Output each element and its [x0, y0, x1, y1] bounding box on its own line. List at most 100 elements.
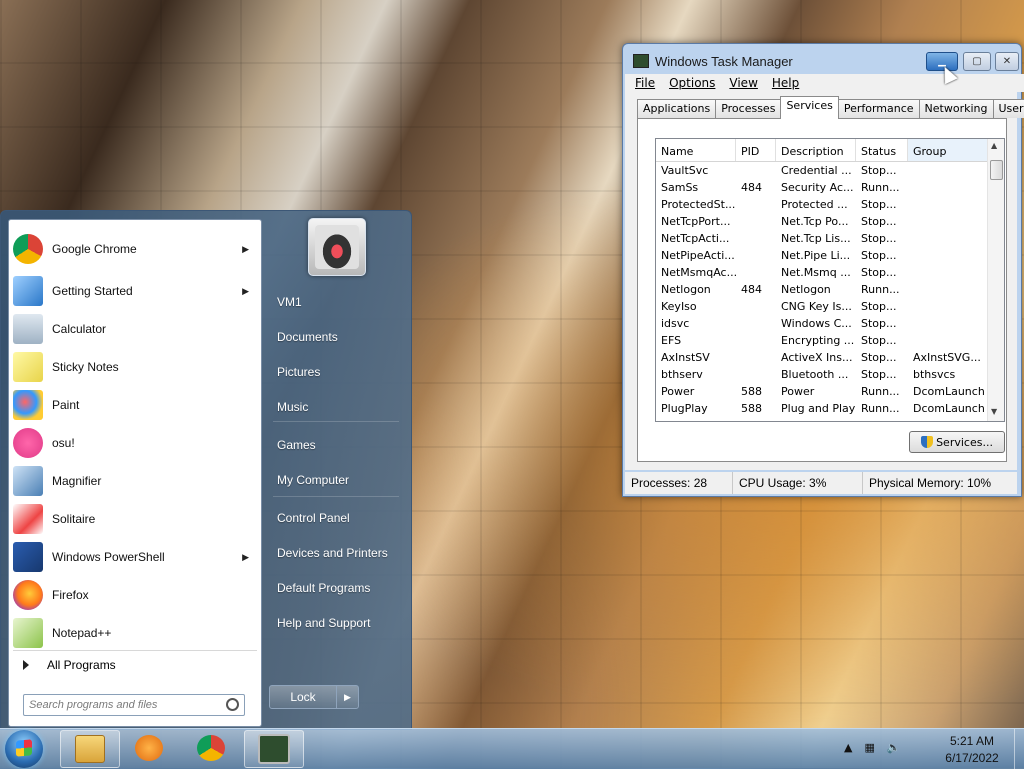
all-programs-item[interactable]: All Programs: [13, 650, 257, 679]
start-menu: Google Chrome▶ Getting Started▶ Calculator…: [0, 210, 412, 730]
table-row[interactable]: ProtectedSt...Protected ...Stop...: [656, 196, 1004, 213]
column-header-pid[interactable]: PID: [736, 139, 776, 161]
table-row[interactable]: idsvcWindows C...Stop...: [656, 315, 1004, 332]
vertical-scrollbar[interactable]: ▲ ▼: [987, 139, 1004, 421]
table-row[interactable]: AxInstSVActiveX Ins...Stop...AxInstSVG..…: [656, 349, 1004, 366]
status-memory: Physical Memory: 10%: [863, 472, 1017, 494]
table-row[interactable]: bthservBluetooth ...Stop...bthsvcs: [656, 366, 1004, 383]
start-link-games[interactable]: Games: [269, 431, 401, 459]
scroll-thumb[interactable]: [990, 160, 1003, 180]
media-player-icon: [135, 735, 163, 761]
column-header-group[interactable]: Group: [908, 139, 988, 161]
submenu-arrow-icon[interactable]: ▶: [242, 244, 249, 255]
taskbar-chrome-button[interactable]: [182, 730, 240, 766]
start-link-music[interactable]: Music: [269, 393, 401, 421]
program-item-firefox[interactable]: Firefox: [13, 578, 257, 612]
services-table[interactable]: Name PID Description Status Group VaultS…: [655, 138, 1005, 422]
program-label: Solitaire: [52, 512, 95, 526]
program-label: Calculator: [52, 322, 106, 336]
menu-options[interactable]: Options: [669, 76, 715, 90]
cell-name: PlugPlay: [656, 402, 736, 415]
tab-strip: Applications Processes Services Performa…: [637, 99, 1024, 119]
network-icon[interactable]: ▦: [864, 741, 874, 754]
power-options-arrow-icon[interactable]: ▶: [337, 686, 358, 708]
cell-description: Net.Msmq ...: [776, 266, 856, 279]
taskbar-task-manager-button[interactable]: [244, 730, 304, 768]
menu-help[interactable]: Help: [772, 76, 799, 90]
cell-description: Power: [776, 385, 856, 398]
tab-services[interactable]: Services: [780, 96, 838, 119]
start-button[interactable]: [5, 730, 43, 768]
services-button-label: Services...: [936, 436, 993, 449]
table-row[interactable]: NetTcpActi...Net.Tcp Lis...Stop...: [656, 230, 1004, 247]
cell-group: DcomLaunch: [908, 385, 988, 398]
program-item-notepadpp[interactable]: Notepad++: [13, 616, 257, 650]
tab-applications[interactable]: Applications: [637, 99, 716, 118]
cell-pid: 484: [736, 181, 776, 194]
taskbar-media-player-button[interactable]: [120, 730, 178, 766]
close-button[interactable]: ✕: [995, 52, 1019, 71]
program-label: Magnifier: [52, 474, 101, 488]
table-row[interactable]: NetMsmqAc...Net.Msmq ...Stop...: [656, 264, 1004, 281]
menu-view[interactable]: View: [729, 76, 757, 90]
start-link-documents[interactable]: Documents: [269, 323, 401, 351]
cell-description: Encrypting ...: [776, 334, 856, 347]
tab-processes[interactable]: Processes: [715, 99, 781, 118]
cell-description: Net.Tcp Lis...: [776, 232, 856, 245]
user-avatar[interactable]: [308, 218, 366, 276]
table-row[interactable]: PlugPlay588Plug and PlayRunn...DcomLaunc…: [656, 400, 1004, 417]
table-row[interactable]: VaultSvcCredential ...Stop...: [656, 162, 1004, 179]
search-input[interactable]: [24, 698, 221, 712]
program-item-osu[interactable]: osu!: [13, 426, 257, 460]
clock[interactable]: 5:21 AM 6/17/2022: [930, 733, 1014, 767]
start-link-help-and-support[interactable]: Help and Support: [269, 609, 401, 637]
show-desktop-button[interactable]: [1014, 729, 1024, 769]
cell-status: Stop...: [856, 317, 908, 330]
tab-users[interactable]: Users: [993, 99, 1024, 118]
program-item-getting-started[interactable]: Getting Started▶: [13, 274, 257, 308]
search-box[interactable]: [23, 694, 245, 716]
program-item-powershell[interactable]: Windows PowerShell▶: [13, 540, 257, 574]
column-header-description[interactable]: Description: [776, 139, 856, 161]
cell-status: Stop...: [856, 351, 908, 364]
maximize-button[interactable]: ▢: [963, 52, 991, 71]
table-row[interactable]: KeyIsoCNG Key Is...Stop...: [656, 298, 1004, 315]
services-button[interactable]: Services...: [909, 431, 1005, 453]
task-manager-window[interactable]: Windows Task Manager ▁ ▢ ✕ File Options …: [622, 43, 1022, 497]
program-item-magnifier[interactable]: Magnifier: [13, 464, 257, 498]
tab-networking[interactable]: Networking: [919, 99, 994, 118]
start-link-vm1[interactable]: VM1: [269, 288, 401, 316]
table-row[interactable]: SamSs484Security Ac...Runn...: [656, 179, 1004, 196]
firefox-icon: [13, 580, 43, 610]
cell-pid: 588: [736, 402, 776, 415]
submenu-arrow-icon[interactable]: ▶: [242, 286, 249, 297]
scroll-down-icon[interactable]: ▼: [991, 407, 997, 416]
tab-performance[interactable]: Performance: [838, 99, 920, 118]
show-hidden-icons-icon[interactable]: ▲: [844, 741, 852, 754]
program-item-chrome[interactable]: Google Chrome▶: [13, 232, 257, 266]
table-row[interactable]: NetTcpPort...Net.Tcp Po...Stop...: [656, 213, 1004, 230]
table-row[interactable]: EFSEncrypting ...Stop...: [656, 332, 1004, 349]
table-row[interactable]: Power588PowerRunn...DcomLaunch: [656, 383, 1004, 400]
taskbar-explorer-button[interactable]: [60, 730, 120, 768]
submenu-arrow-icon[interactable]: ▶: [242, 552, 249, 563]
table-row[interactable]: NetPipeActi...Net.Pipe Li...Stop...: [656, 247, 1004, 264]
start-link-my-computer[interactable]: My Computer: [269, 466, 401, 494]
start-link-default-programs[interactable]: Default Programs: [269, 574, 401, 602]
table-row[interactable]: Netlogon484NetlogonRunn...: [656, 281, 1004, 298]
program-item-sticky-notes[interactable]: Sticky Notes: [13, 350, 257, 384]
volume-icon[interactable]: 🔈: [887, 741, 901, 754]
start-link-devices-and-printers[interactable]: Devices and Printers: [269, 539, 401, 567]
lock-button[interactable]: Lock: [270, 686, 337, 708]
program-item-calculator[interactable]: Calculator: [13, 312, 257, 346]
program-item-paint[interactable]: Paint: [13, 388, 257, 422]
start-link-pictures[interactable]: Pictures: [269, 358, 401, 386]
start-link-control-panel[interactable]: Control Panel: [269, 504, 401, 532]
program-item-solitaire[interactable]: Solitaire: [13, 502, 257, 536]
column-header-name[interactable]: Name: [656, 139, 736, 161]
scroll-up-icon[interactable]: ▲: [991, 141, 997, 150]
search-icon[interactable]: [226, 698, 239, 711]
menu-file[interactable]: File: [635, 76, 655, 90]
cell-description: Net.Tcp Po...: [776, 215, 856, 228]
column-header-status[interactable]: Status: [856, 139, 908, 161]
